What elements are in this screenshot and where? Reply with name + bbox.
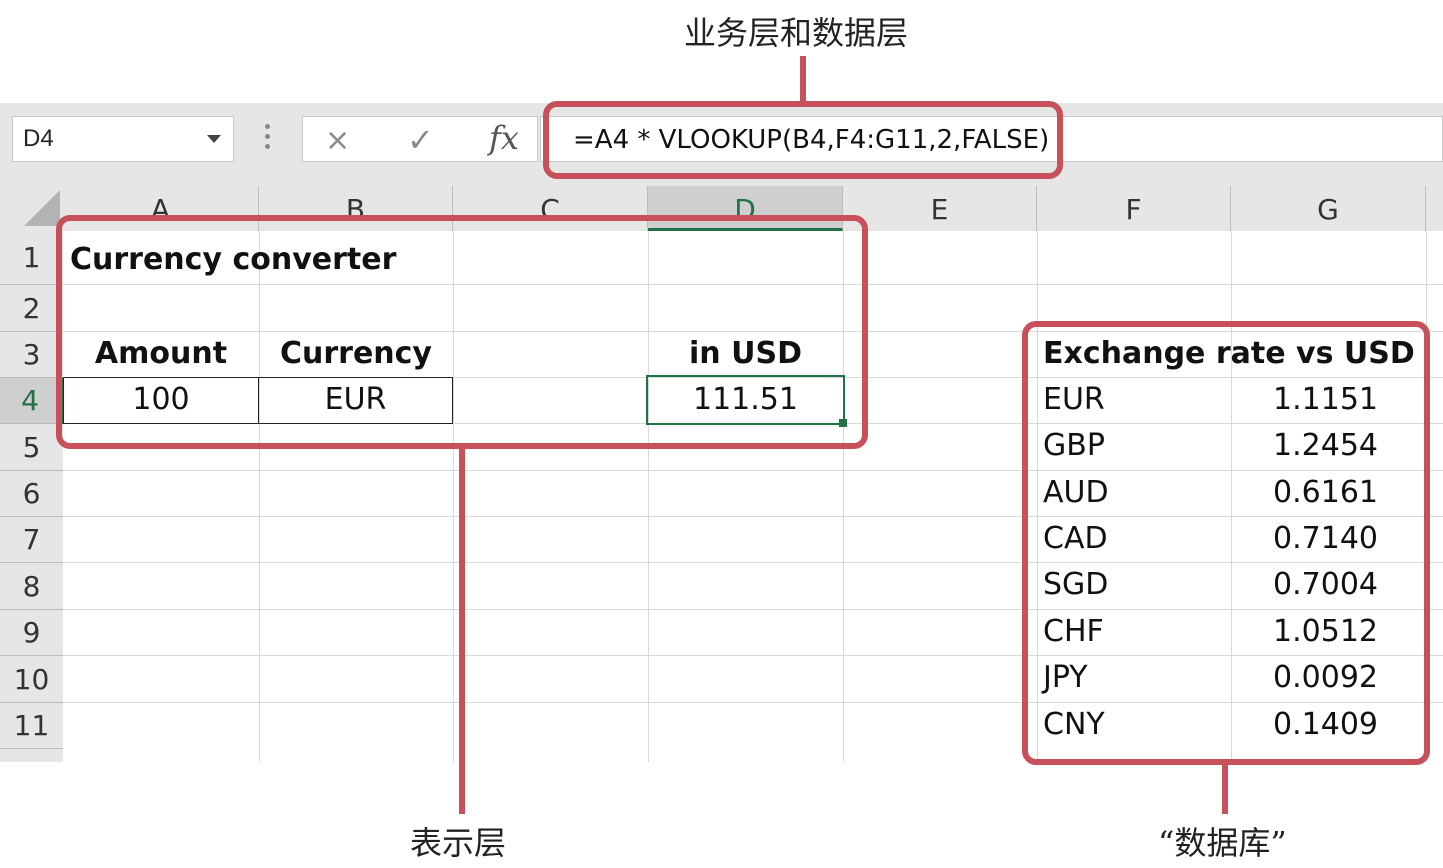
more-options-icon[interactable] bbox=[262, 124, 272, 154]
select-all-corner[interactable] bbox=[24, 190, 60, 226]
presentation-layer-box bbox=[56, 215, 868, 449]
row-header-6[interactable]: 6 bbox=[0, 471, 63, 517]
row-header-11[interactable]: 11 bbox=[0, 703, 63, 749]
row-header-10[interactable]: 10 bbox=[0, 656, 63, 703]
annotation-business-data-layer: 业务层和数据层 bbox=[684, 14, 909, 52]
insert-function-icon[interactable]: fx bbox=[489, 119, 519, 157]
cancel-icon[interactable]: × bbox=[325, 123, 350, 158]
formula-highlight-box bbox=[543, 101, 1063, 179]
row-header-9[interactable]: 9 bbox=[0, 610, 63, 656]
row-header-7[interactable]: 7 bbox=[0, 517, 63, 563]
annotation-connector-top bbox=[800, 56, 806, 104]
annotation-database: “数据库” bbox=[1158, 824, 1287, 862]
formula-buttons: × ✓ fx bbox=[302, 116, 538, 162]
column-header-g[interactable]: G bbox=[1231, 186, 1426, 231]
column-header-e[interactable]: E bbox=[843, 186, 1037, 231]
row-header-3[interactable]: 3 bbox=[0, 332, 63, 378]
column-header-f[interactable]: F bbox=[1037, 186, 1231, 231]
annotation-presentation-layer: 表示层 bbox=[410, 824, 507, 862]
row-header-8[interactable]: 8 bbox=[0, 563, 63, 610]
name-box[interactable]: D4 bbox=[12, 116, 234, 162]
annotation-connector-left bbox=[459, 448, 465, 814]
checkmark-icon[interactable]: ✓ bbox=[407, 121, 434, 159]
row-header-1[interactable]: 1 bbox=[0, 231, 63, 285]
chevron-down-icon[interactable] bbox=[207, 135, 221, 143]
annotation-connector-right bbox=[1222, 764, 1228, 814]
database-box bbox=[1022, 321, 1430, 765]
row-header-5[interactable]: 5 bbox=[0, 424, 63, 471]
row-header-2[interactable]: 2 bbox=[0, 285, 63, 332]
row-header-4[interactable]: 4 bbox=[0, 378, 63, 424]
name-box-value: D4 bbox=[23, 125, 54, 152]
